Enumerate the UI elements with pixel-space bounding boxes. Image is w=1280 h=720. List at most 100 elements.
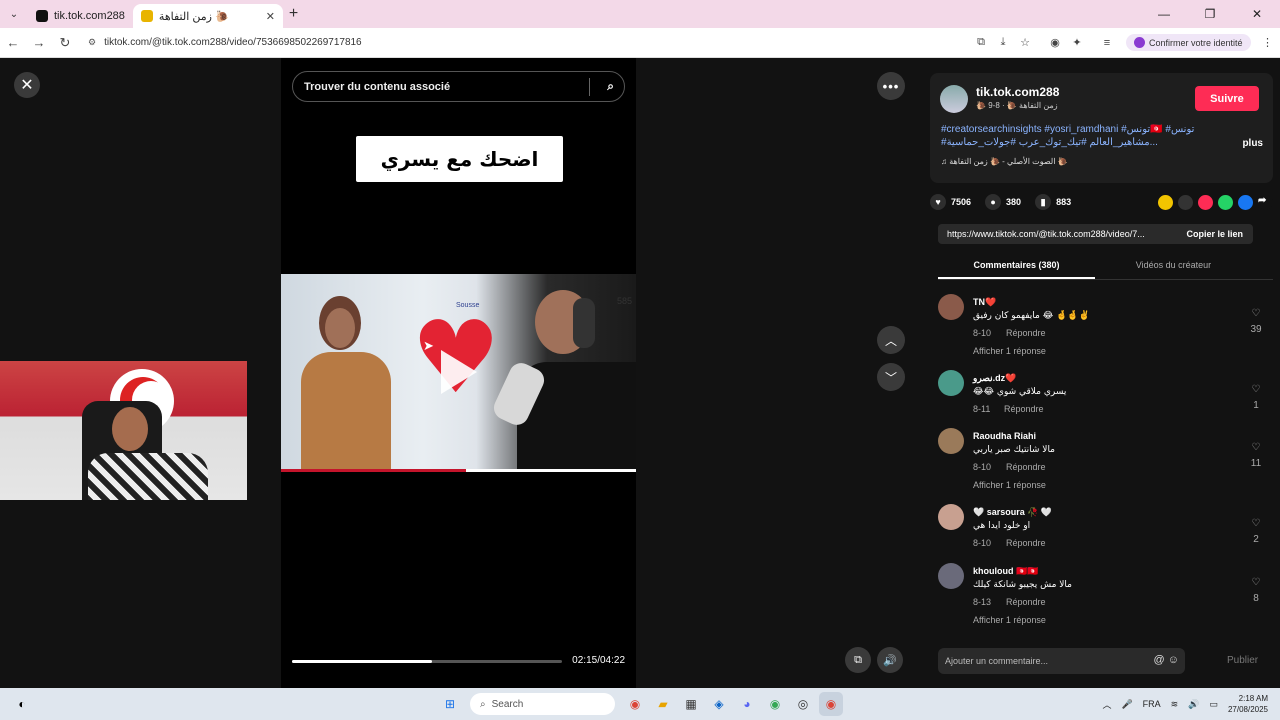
share-link-field[interactable]: https://www.tiktok.com/@tik.tok.com288/v… bbox=[938, 224, 1253, 244]
tab-comments[interactable]: Commentaires (380) bbox=[938, 254, 1095, 279]
new-tab-button[interactable]: + bbox=[289, 5, 298, 23]
close-viewer-button[interactable]: ✕ bbox=[14, 72, 40, 98]
reply-button[interactable]: Répondre bbox=[1006, 597, 1046, 607]
reply-button[interactable]: Répondre bbox=[1006, 328, 1046, 338]
more-options-button[interactable]: ••• bbox=[877, 72, 905, 100]
related-search-input[interactable]: Trouver du contenu associé ⌕ bbox=[292, 71, 625, 102]
commenter-avatar[interactable] bbox=[938, 428, 964, 454]
cast-icon[interactable]: ⧉ bbox=[970, 36, 992, 49]
publish-button[interactable]: Publier bbox=[1227, 655, 1258, 666]
chrome-profile-icon[interactable]: ◉ bbox=[763, 692, 787, 716]
commenter-avatar[interactable] bbox=[938, 504, 964, 530]
discord-icon[interactable]: ◕ bbox=[735, 692, 759, 716]
music-label[interactable]: ♫ الصوت الأصلي - 🐌 زمن التفاهة 🐌 bbox=[941, 157, 1068, 166]
tab-search-icon[interactable]: ⌄ bbox=[0, 0, 28, 28]
next-video-button[interactable]: ﹀ bbox=[877, 363, 905, 391]
embed-icon[interactable] bbox=[1178, 194, 1193, 210]
outlook-icon[interactable]: ◈ bbox=[707, 692, 731, 716]
wifi-icon[interactable]: ≋ bbox=[1171, 699, 1179, 710]
forward-button[interactable]: → bbox=[26, 35, 52, 50]
reading-list-icon[interactable]: ≡ bbox=[1096, 37, 1118, 49]
facebook-icon[interactable] bbox=[1238, 194, 1253, 210]
battery-icon[interactable]: ▭ bbox=[1209, 699, 1218, 710]
commenter-name[interactable]: Raoudha Riahi bbox=[973, 431, 1036, 441]
commenter-avatar[interactable] bbox=[938, 294, 964, 320]
language-indicator[interactable]: FRA bbox=[1143, 699, 1161, 709]
close-tab-icon[interactable]: ✕ bbox=[266, 10, 275, 23]
copy-link-button[interactable]: Copier le lien bbox=[1186, 229, 1253, 239]
save-stat[interactable]: ▮ 883 bbox=[1035, 194, 1071, 210]
commenter-avatar[interactable] bbox=[938, 370, 964, 396]
coin-icon[interactable] bbox=[1158, 194, 1173, 210]
commenter-name[interactable]: 🤍 sarsoura 🥀 🤍 bbox=[973, 507, 1052, 518]
play-icon[interactable] bbox=[441, 350, 477, 394]
pip-icon[interactable]: ⧉ bbox=[845, 647, 871, 673]
volume-icon[interactable]: 🔊 bbox=[877, 647, 903, 673]
comment-stat[interactable]: ● 380 bbox=[985, 194, 1021, 210]
minimize-button[interactable]: — bbox=[1141, 0, 1187, 28]
tab-tiktok[interactable]: tik.tok.com288 bbox=[28, 4, 133, 28]
bookmark-star-icon[interactable]: ☆ bbox=[1014, 36, 1036, 49]
share-arrow-icon[interactable]: ➦ bbox=[1258, 194, 1273, 210]
like-stat[interactable]: ♥ 7506 bbox=[930, 194, 971, 210]
close-window-button[interactable]: ✕ bbox=[1234, 0, 1280, 28]
store-icon[interactable]: ▦ bbox=[679, 692, 703, 716]
reply-button[interactable]: Répondre bbox=[1004, 404, 1044, 414]
follow-button[interactable]: Suivre bbox=[1195, 86, 1259, 111]
seek-bar[interactable] bbox=[292, 660, 562, 663]
more-description-link[interactable]: plus bbox=[1242, 138, 1263, 149]
reply-button[interactable]: Répondre bbox=[1006, 462, 1046, 472]
description-line-2[interactable]: #مشاهير_العالم #تيك_توك_عرب #جولات_حماسي… bbox=[941, 136, 1221, 149]
comment-like-icon[interactable]: ♡ bbox=[1249, 577, 1263, 588]
commenter-name[interactable]: TN❤️ bbox=[973, 297, 996, 308]
description-line-1[interactable]: #creatorsearchinsights #yosri_ramdhani #… bbox=[941, 123, 1221, 136]
author-avatar[interactable] bbox=[940, 85, 968, 113]
previous-video-button[interactable]: ︿ bbox=[877, 326, 905, 354]
puzzle-icon[interactable]: ✦ bbox=[1066, 36, 1088, 49]
extension-icon[interactable]: ◉ bbox=[1044, 36, 1066, 49]
comment-like-icon[interactable]: ♡ bbox=[1249, 442, 1263, 453]
chrome-icon[interactable]: ◉ bbox=[623, 692, 647, 716]
bookmark-icon: ▮ bbox=[1035, 194, 1052, 210]
show-replies-button[interactable]: Afficher 1 réponse bbox=[973, 615, 1046, 625]
comment-input[interactable]: Ajouter un commentaire... @ ☺ bbox=[938, 648, 1185, 674]
comment-like-icon[interactable]: ♡ bbox=[1249, 384, 1263, 395]
side-panel: tik.tok.com288 🐌 زمن التفاهة 🐌 · 8-9 Sui… bbox=[918, 58, 1280, 688]
speaker-icon[interactable]: 🔊 bbox=[1188, 699, 1199, 710]
clock[interactable]: 2:18 AM 27/08/2025 bbox=[1228, 693, 1268, 715]
commenter-avatar[interactable] bbox=[938, 563, 964, 589]
video-frame[interactable]: Sousse 585 ♥ ➤ bbox=[281, 274, 636, 472]
send-icon[interactable] bbox=[1198, 194, 1213, 210]
comment-like-icon[interactable]: ♡ bbox=[1249, 518, 1263, 529]
site-info-icon[interactable]: ⚙ bbox=[88, 37, 96, 48]
reload-button[interactable]: ↻ bbox=[52, 35, 78, 51]
profile-button[interactable]: Confirmer votre identité bbox=[1126, 34, 1251, 51]
commenter-name[interactable]: نصرو.dz❤️ bbox=[973, 373, 1016, 384]
show-replies-button[interactable]: Afficher 1 réponse bbox=[973, 346, 1046, 356]
mic-icon[interactable]: 🎤 bbox=[1121, 699, 1132, 710]
obs-icon[interactable]: ◎ bbox=[791, 692, 815, 716]
whatsapp-icon[interactable] bbox=[1218, 194, 1233, 210]
reply-button[interactable]: Répondre bbox=[1006, 538, 1046, 548]
maximize-button[interactable]: ❐ bbox=[1187, 0, 1233, 28]
commenter-name[interactable]: khouloud 🇹🇳🇹🇳 bbox=[973, 566, 1038, 577]
search-icon[interactable]: ⌕ bbox=[607, 79, 614, 94]
browser-menu-icon[interactable]: ⋮ bbox=[1257, 36, 1279, 49]
tab-active[interactable]: زمن التفاهة 🐌 ✕ bbox=[132, 4, 283, 28]
taskbar-search[interactable]: ⌕ Search bbox=[470, 693, 615, 715]
comment-like-icon[interactable]: ♡ bbox=[1249, 308, 1263, 319]
tab-creator-videos[interactable]: Vidéos du créateur bbox=[1095, 254, 1252, 279]
back-button[interactable]: ← bbox=[0, 35, 26, 50]
file-explorer-icon[interactable]: ▰ bbox=[651, 692, 675, 716]
video-player[interactable]: Trouver du contenu associé ⌕ اضحك مع يسر… bbox=[281, 58, 636, 688]
show-replies-button[interactable]: Afficher 1 réponse bbox=[973, 480, 1046, 490]
author-username[interactable]: tik.tok.com288 bbox=[976, 85, 1059, 99]
chrome-active-icon[interactable]: ◉ bbox=[819, 692, 843, 716]
tray-chevron-icon[interactable]: ︿ bbox=[1102, 698, 1111, 711]
weather-icon[interactable]: ◐ bbox=[10, 692, 34, 716]
tiktok-favicon-icon bbox=[36, 10, 48, 22]
windows-start-icon[interactable]: ⊞ bbox=[438, 692, 462, 716]
mention-and-emoji-icons[interactable]: @ ☺ bbox=[1154, 654, 1179, 666]
install-icon[interactable]: ⤓ bbox=[992, 36, 1014, 49]
url-field[interactable]: ⚙ tiktok.com/@tik.tok.com288/video/75366… bbox=[88, 37, 948, 48]
